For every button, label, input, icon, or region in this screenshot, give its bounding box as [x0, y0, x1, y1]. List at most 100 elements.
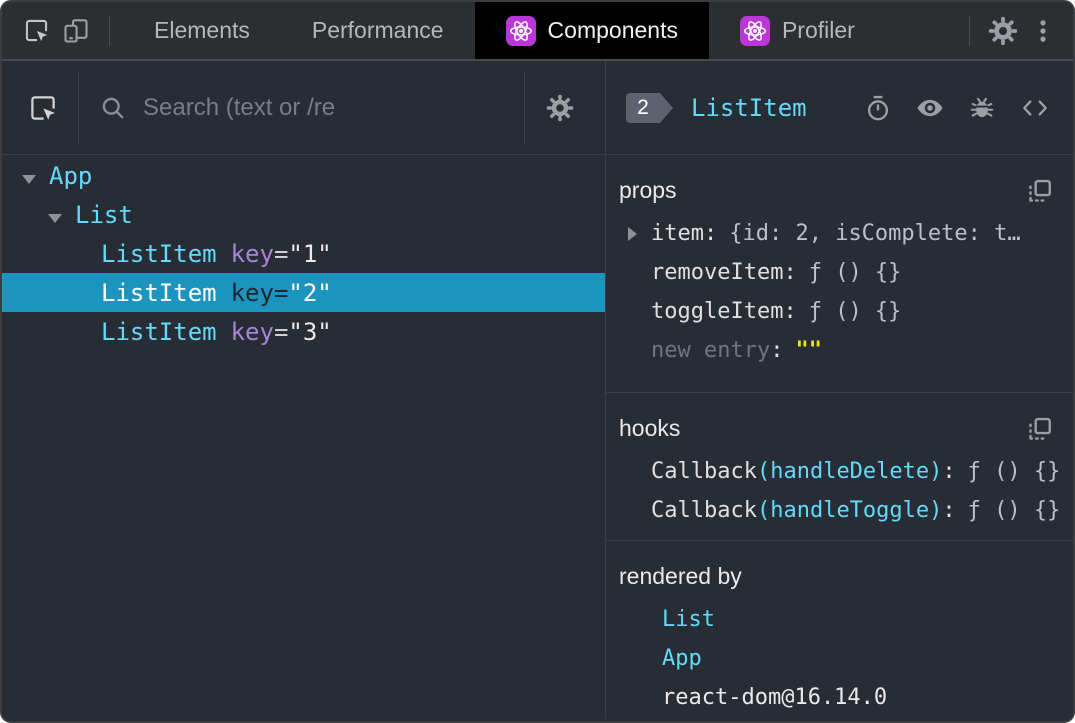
tab-label: Performance [311, 17, 444, 43]
prop-row-item[interactable]: item: {id: 2, isComplete: t… [606, 214, 1073, 253]
key-value: "2" [288, 278, 332, 307]
colon: : [783, 299, 797, 324]
kebab-menu-button[interactable] [1023, 2, 1063, 59]
react-logo-icon [739, 15, 770, 46]
colon: : [783, 260, 797, 285]
log-to-console-button[interactable] [968, 94, 996, 122]
details-pane: 2 ListItem props item: {id: 2, isComple… [606, 61, 1073, 719]
tree-pane: App List ListItemkey="1" ListItemkey="2"… [2, 61, 606, 719]
tree-settings-button[interactable] [545, 93, 575, 123]
copy-icon [1027, 416, 1053, 442]
component-name: List [75, 200, 133, 229]
hook-fn-name: (handleToggle) [756, 498, 943, 523]
inspect-icon [23, 17, 50, 44]
key-value: "3" [288, 317, 332, 346]
tree-row-app[interactable]: App [2, 156, 605, 195]
inspect-dom-button[interactable] [915, 93, 945, 123]
new-entry-value[interactable]: "" [795, 338, 822, 363]
colon: : [703, 221, 718, 246]
kebab-menu-icon [1030, 16, 1056, 46]
tree-row-list[interactable]: List [2, 195, 605, 234]
key-attribute: key [230, 278, 274, 307]
prop-value: {id: 2, isComplete: t… [729, 221, 1021, 246]
search-box [99, 93, 504, 122]
tab-label: Profiler [781, 17, 855, 43]
rendered-by-title: rendered by [619, 563, 742, 589]
hook-fn-name: (handleDelete) [756, 459, 943, 484]
prop-row-toggleitem[interactable]: toggleItem: ƒ () {} [606, 292, 1073, 331]
rendered-by-section: rendered by List App react-dom@16.14.0 [606, 541, 1073, 719]
rendered-by-row: react-dom@16.14.0 [606, 678, 1073, 717]
key-attribute: key [230, 317, 274, 346]
prop-value: ƒ () {} [808, 260, 902, 285]
selected-component-title: ListItem [691, 93, 807, 122]
view-source-button[interactable] [1019, 94, 1051, 122]
tree-row-listitem-1[interactable]: ListItem key = "1" [2, 234, 605, 273]
tab-profiler[interactable]: Profiler [709, 2, 886, 59]
tab-label: Elements [154, 17, 250, 43]
rendered-by-row: List [606, 600, 1073, 639]
chevron-down-icon[interactable] [48, 201, 62, 229]
select-element-button[interactable] [28, 93, 58, 123]
toolbar-separator [524, 70, 525, 145]
hook-value: ƒ () {} [967, 459, 1061, 484]
search-input[interactable] [143, 93, 473, 122]
inspect-icon [28, 93, 58, 123]
prop-name: removeItem [651, 260, 784, 285]
equals-sign: = [273, 239, 289, 268]
chevron-right-icon[interactable] [628, 227, 637, 241]
copy-hooks-button[interactable] [1027, 416, 1053, 442]
gear-icon [545, 93, 575, 123]
tree-row-listitem-2-selected[interactable]: ListItem key = "2" [2, 273, 605, 312]
hook-row-handletoggle: Callback (handleToggle): ƒ () {} [606, 491, 1073, 530]
devtools-window: Elements Performance Components Profiler… [0, 0, 1075, 723]
component-name: ListItem [101, 317, 217, 346]
toolbar-separator [78, 70, 79, 145]
tree-row-listitem-3[interactable]: ListItem key = "3" [2, 312, 605, 351]
prop-row-removeitem[interactable]: removeItem: ƒ () {} [606, 253, 1073, 292]
tab-components[interactable]: Components [474, 2, 709, 59]
copy-icon [1027, 178, 1053, 204]
props-section-title: props [619, 177, 677, 203]
stopwatch-icon [864, 94, 892, 122]
device-toolbar-button[interactable] [56, 2, 96, 59]
hook-name: Callback [651, 459, 757, 484]
component-name: ListItem [101, 278, 217, 307]
inspect-element-button[interactable] [16, 2, 56, 59]
bug-icon [968, 94, 996, 122]
toolbar-separator [109, 15, 110, 46]
react-logo-icon [505, 15, 536, 46]
key-attribute: key [230, 239, 274, 268]
devtools-tabbar: Elements Performance Components Profiler [2, 2, 1073, 59]
copy-props-button[interactable] [1027, 178, 1053, 204]
gear-icon [987, 15, 1019, 47]
prop-row-new-entry[interactable]: new entry: "" [606, 331, 1073, 370]
colon: : [942, 459, 956, 484]
equals-sign: = [273, 317, 289, 346]
toolbar-separator [969, 15, 970, 46]
owner-link-list[interactable]: List [662, 607, 715, 632]
devtools-settings-button[interactable] [983, 2, 1023, 59]
search-icon [99, 94, 127, 122]
hooks-section-title: hooks [619, 415, 681, 441]
details-header: 2 ListItem [606, 61, 1073, 155]
rendered-by-row: App [606, 639, 1073, 678]
equals-sign: = [273, 278, 289, 307]
prop-name: item [651, 221, 704, 246]
renderer-version: react-dom@16.14.0 [662, 685, 888, 710]
hook-value: ƒ () {} [967, 498, 1061, 523]
hook-name: Callback [651, 498, 757, 523]
chevron-down-icon[interactable] [22, 162, 36, 190]
owner-link-app[interactable]: App [662, 646, 702, 671]
render-count-badge: 2 [626, 92, 673, 123]
new-entry-label: new entry [651, 338, 771, 363]
tree-toolbar [2, 61, 605, 155]
colon: : [770, 338, 784, 363]
tab-performance[interactable]: Performance [281, 2, 475, 59]
key-value: "1" [288, 239, 332, 268]
prop-value: ƒ () {} [808, 299, 902, 324]
components-panel: App List ListItemkey="1" ListItemkey="2"… [2, 59, 1073, 719]
tab-elements[interactable]: Elements [123, 2, 281, 59]
suspense-stopwatch-button[interactable] [864, 94, 892, 122]
eye-icon [915, 93, 945, 123]
